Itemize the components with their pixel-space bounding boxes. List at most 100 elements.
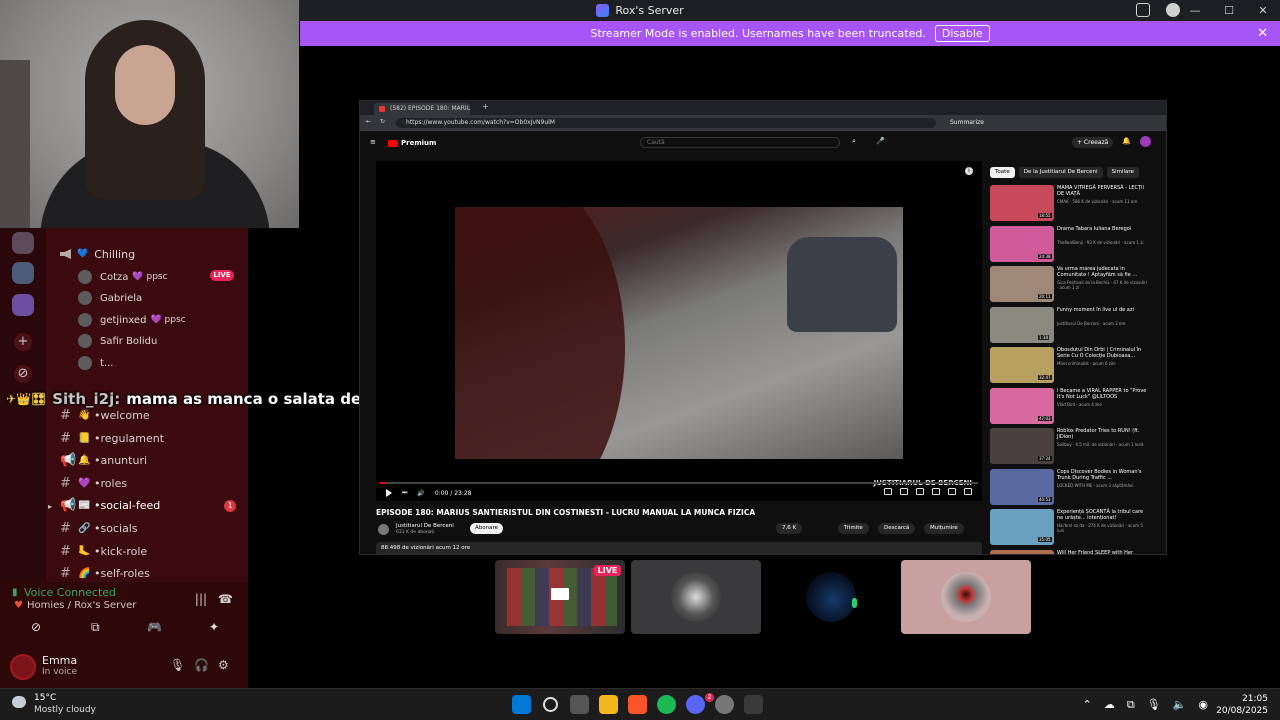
- recommended-video[interactable]: Will Her Friend SLEEP with Her BOYFRIEND…: [990, 549, 1160, 554]
- participant-tile-4[interactable]: [901, 560, 1031, 634]
- maximize-button[interactable]: ☐: [1212, 4, 1246, 17]
- voice-channel-chilling[interactable]: 💙 Chilling: [60, 245, 135, 263]
- download-button[interactable]: Descarcă: [878, 523, 916, 534]
- play-icon[interactable]: [386, 489, 392, 497]
- subscribe-button[interactable]: Abonare: [470, 523, 503, 534]
- voice-user[interactable]: Safir Bolidu: [78, 332, 157, 350]
- filter-chip[interactable]: Toate: [990, 167, 1015, 178]
- soundboard-icon[interactable]: ✦: [192, 620, 236, 636]
- microphone-icon[interactable]: 🎙: [170, 658, 185, 672]
- like-button[interactable]: 7,6 K: [776, 523, 803, 534]
- text-channel-kick-role[interactable]: # 🦶 • kick-role: [60, 541, 147, 561]
- share-button[interactable]: Trimite: [838, 523, 869, 534]
- avatar[interactable]: [10, 654, 36, 680]
- brave-browser-icon[interactable]: [628, 695, 647, 714]
- settings-icon[interactable]: [916, 488, 924, 495]
- inbox-icon[interactable]: [1136, 3, 1150, 17]
- filter-chip[interactable]: Similare: [1106, 167, 1139, 178]
- task-view-icon[interactable]: [570, 695, 589, 714]
- participant-tile-2[interactable]: [631, 560, 761, 634]
- server-icon-3[interactable]: [12, 294, 34, 316]
- captions-icon[interactable]: [900, 488, 908, 495]
- server-icon-2[interactable]: [12, 262, 34, 284]
- next-icon[interactable]: ⏭: [402, 489, 407, 497]
- noise-suppression-icon[interactable]: |||: [194, 592, 208, 606]
- recommended-video[interactable]: 32:47 Obosdutul Din Orbi | Criminalul în …: [990, 347, 1160, 385]
- reload-icon[interactable]: ↻: [380, 118, 385, 125]
- voice-user[interactable]: Gabriela: [78, 289, 142, 307]
- wifi-icon[interactable]: ◉: [1198, 698, 1208, 712]
- discord-icon[interactable]: [686, 695, 705, 714]
- app-icon[interactable]: [744, 695, 763, 714]
- autoplay-toggle-icon[interactable]: [884, 488, 892, 495]
- bell-icon[interactable]: 🔔: [1122, 137, 1131, 145]
- search-icon[interactable]: ⌕: [852, 137, 856, 146]
- screen-share-icon[interactable]: ⧉: [73, 620, 117, 636]
- activities-icon[interactable]: 🎮: [133, 620, 177, 636]
- chevron-up-icon[interactable]: ⌃: [1083, 698, 1092, 712]
- headphones-icon[interactable]: 🎧: [194, 658, 209, 672]
- voice-user[interactable]: Cotza 💜 ppsc: [78, 268, 168, 286]
- chrome-icon[interactable]: [715, 695, 734, 714]
- create-button[interactable]: + Creează: [1072, 137, 1114, 148]
- miniplayer-icon[interactable]: [932, 488, 940, 495]
- discover-icon[interactable]: ⊘: [14, 365, 32, 383]
- clock[interactable]: 21:05 20/08/2025: [1216, 693, 1268, 717]
- disable-streamer-mode-button[interactable]: Disable: [934, 25, 990, 42]
- text-channel-socials[interactable]: # 🔗 • socials: [60, 518, 138, 538]
- settings-gear-icon[interactable]: ⚙: [218, 658, 229, 672]
- text-channel-anunturi[interactable]: 📢 🔔 • anunturi: [60, 450, 147, 470]
- channel-name[interactable]: Justitiarul De Berceni: [396, 523, 454, 529]
- youtube-logo[interactable]: Premium: [388, 139, 436, 147]
- volume-icon[interactable]: 🔊: [417, 490, 424, 497]
- channel-avatar[interactable]: [378, 524, 389, 535]
- filter-chip[interactable]: De la Justitiarul De Berceni: [1018, 167, 1103, 178]
- progress-bar[interactable]: [380, 482, 978, 484]
- disconnect-icon[interactable]: ☎: [218, 592, 233, 606]
- file-explorer-icon[interactable]: [599, 695, 618, 714]
- info-icon[interactable]: i: [965, 167, 973, 175]
- recommended-video[interactable]: 47:03 I Became a VIRAL RAPPER to "Prove I…: [990, 387, 1160, 426]
- start-icon[interactable]: [512, 695, 531, 714]
- minimize-button[interactable]: —: [1178, 4, 1212, 17]
- spotify-icon[interactable]: [657, 695, 676, 714]
- mic-icon[interactable]: 🎤: [876, 137, 885, 145]
- text-channel-roles[interactable]: # 💜 • roles: [60, 473, 127, 493]
- back-icon[interactable]: ←: [366, 118, 371, 125]
- browser-tab[interactable]: (582) EPISODE 180: MARIUS SANT: [374, 103, 470, 115]
- recommended-video[interactable]: 35:05 Experiență ȘOCANTĂ la tribul care n…: [990, 509, 1160, 547]
- voice-user[interactable]: t...: [78, 354, 113, 372]
- recommended-video[interactable]: 18:55 MAMA VITREGĂ PERVERSĂ - LECȚII DE V…: [990, 185, 1160, 223]
- recommended-video[interactable]: 40:53 Cops Discover Bodies in Woman's Tru…: [990, 468, 1160, 507]
- theater-icon[interactable]: [948, 488, 956, 495]
- volume-icon[interactable]: 🔈: [1173, 698, 1187, 712]
- voice-location[interactable]: ♥ Homies / Rox's Server: [14, 600, 136, 611]
- address-bar[interactable]: https://www.youtube.com/watch?v=Ob0xJvN9…: [396, 118, 936, 128]
- thanks-button[interactable]: Mulțumire: [924, 523, 964, 534]
- youtube-search-input[interactable]: Caută: [640, 137, 840, 148]
- server-icon-1[interactable]: [12, 232, 34, 254]
- fullscreen-icon[interactable]: [964, 488, 972, 495]
- avatar[interactable]: [1140, 136, 1151, 147]
- video-player[interactable]: JUSTITIARUL DE BERCENI ⏭ 🔊 0:00 / 23:28: [376, 161, 982, 501]
- voice-user[interactable]: getjinxed 💜 ppsc: [78, 311, 186, 329]
- new-tab-icon[interactable]: +: [482, 102, 489, 111]
- text-channel-self-roles[interactable]: # 🌈 • self-roles: [60, 563, 150, 583]
- menu-icon[interactable]: ≡: [370, 138, 376, 146]
- text-channel-regulament[interactable]: # 📒 • regulament: [60, 428, 164, 448]
- summarize-button[interactable]: Summarize: [950, 119, 984, 126]
- participant-tile-3[interactable]: [766, 560, 896, 634]
- search-icon[interactable]: [543, 697, 558, 712]
- close-window-button[interactable]: ✕: [1246, 4, 1280, 17]
- shared-screen-browser[interactable]: (582) EPISODE 180: MARIUS SANT + ← ↻ htt…: [359, 100, 1167, 555]
- recommended-video[interactable]: 24:38 Drama Tabara Iuliana Beregoi TheReal…: [990, 225, 1160, 264]
- recommended-video[interactable]: 37:24 Roblox Predator Tries to RUN! (ft. …: [990, 428, 1160, 466]
- camera-off-icon[interactable]: ⊘: [14, 620, 58, 636]
- add-server-icon[interactable]: +: [14, 333, 32, 351]
- text-channel-social-feed[interactable]: 📢 📰 • social-feed: [60, 495, 160, 515]
- close-banner-icon[interactable]: ✕: [1257, 26, 1268, 41]
- tray-app-icon[interactable]: ☁: [1104, 698, 1115, 712]
- mic-icon[interactable]: 🎙: [1147, 698, 1161, 712]
- network-icon[interactable]: ⧉: [1127, 698, 1135, 712]
- recommended-video[interactable]: 1:38 Funny moment în live ul de azi Justit…: [990, 306, 1160, 345]
